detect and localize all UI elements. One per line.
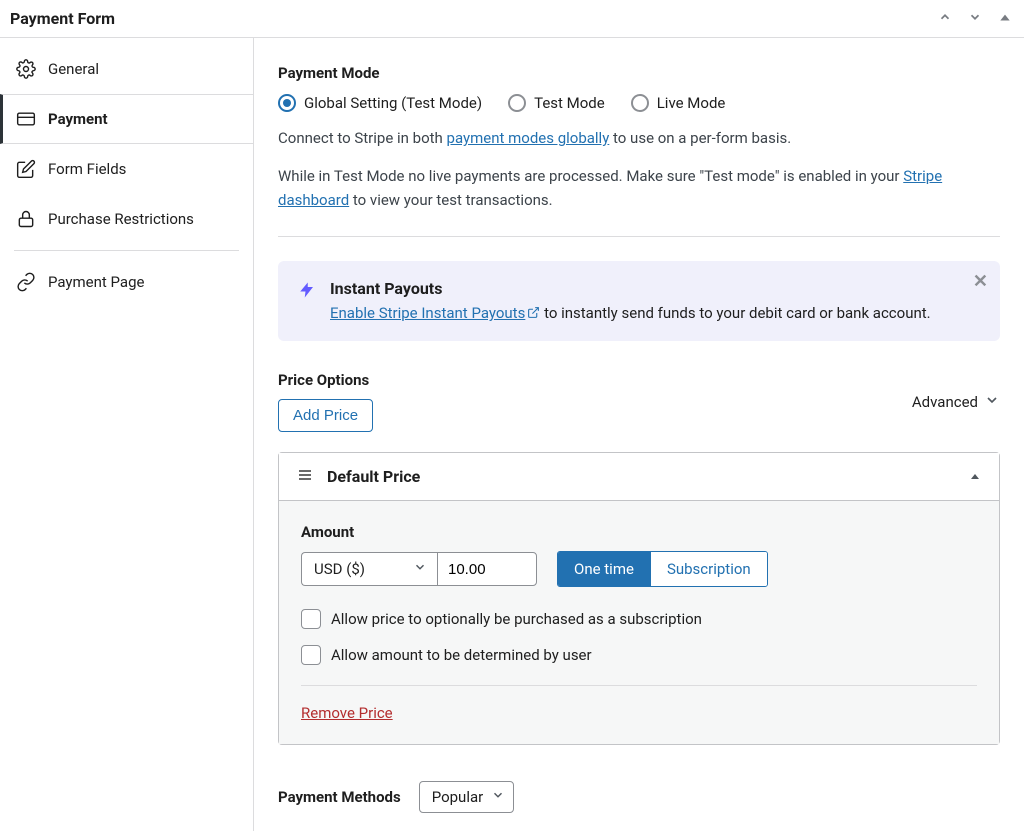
note-suffix: to view your test transactions. [349,191,552,209]
price-options-label: Price Options [278,371,373,389]
subscription-button[interactable]: Subscription [650,552,767,586]
one-time-button[interactable]: One time [558,552,650,586]
billing-type-toggle: One time Subscription [557,551,768,587]
radio-icon [508,94,526,112]
notice-suffix: to instantly send funds to your debit ca… [540,304,930,322]
payment-methods-label: Payment Methods [278,788,401,806]
chevron-down-icon [413,560,427,578]
radio-label: Live Mode [657,94,726,112]
sidebar-item-label: General [48,60,99,78]
payment-modes-link[interactable]: payment modes globally [447,129,610,147]
amount-input[interactable] [437,552,537,586]
note-prefix: While in Test Mode no live payments are … [278,167,903,185]
sidebar-item-label: Payment Page [48,273,144,291]
amount-label: Amount [301,523,977,541]
help-suffix: to use on a per-form basis. [609,129,791,147]
checkbox-icon [301,609,321,629]
allow-user-amount-checkbox-row[interactable]: Allow amount to be determined by user [301,645,977,665]
advanced-label: Advanced [912,393,978,411]
chevron-down-icon [491,788,505,806]
sidebar: General Payment Form Fields Purchase Res… [0,38,254,831]
sidebar-item-label: Purchase Restrictions [48,210,194,228]
radio-icon [278,94,296,112]
external-link-icon [527,305,540,323]
link-text: Enable Stripe Instant Payouts [330,304,525,322]
credit-card-icon [16,109,36,129]
gear-icon [16,59,36,79]
remove-price-link[interactable]: Remove Price [301,704,393,722]
notice-body: Instant Payouts Enable Stripe Instant Pa… [330,279,980,323]
payment-methods-value: Popular [432,788,484,806]
payment-methods-select[interactable]: Popular [419,781,515,813]
divider [301,685,977,686]
lightning-icon [298,281,318,323]
price-options-header: Price Options Add Price Advanced [278,371,1000,432]
panel-title: Payment Form [10,9,115,28]
radio-label: Global Setting (Test Mode) [304,94,482,112]
price-card-body: Amount USD ($) One time Subscrip [279,501,999,744]
collapse-icon[interactable] [969,468,981,486]
radio-icon [631,94,649,112]
radio-live-mode[interactable]: Live Mode [631,94,726,112]
content: Payment Mode Global Setting (Test Mode) … [254,38,1024,831]
price-card-title: Default Price [327,467,420,486]
price-options-left: Price Options Add Price [278,371,373,432]
panel-header: Payment Form [0,0,1024,38]
radio-test-mode[interactable]: Test Mode [508,94,605,112]
sidebar-item-payment-page[interactable]: Payment Page [0,257,253,307]
close-icon[interactable]: ✕ [973,271,988,292]
panel-header-actions [938,10,1012,28]
currency-value: USD ($) [314,560,365,578]
sidebar-item-general[interactable]: General [0,44,253,94]
instant-payouts-notice: ✕ Instant Payouts Enable Stripe Instant … [278,261,1000,341]
link-icon [16,272,36,292]
amount-row: USD ($) One time Subscription [301,551,977,587]
enable-instant-payouts-link[interactable]: Enable Stripe Instant Payouts [330,304,540,322]
price-card-header[interactable]: Default Price [279,453,999,501]
notice-text: Enable Stripe Instant Payouts to instant… [330,304,980,323]
edit-icon [16,159,36,179]
radio-label: Test Mode [534,94,605,112]
payment-mode-label: Payment Mode [278,64,1000,82]
price-card-header-left: Default Price [297,467,420,486]
drag-handle-icon[interactable] [297,467,313,486]
checkbox-icon [301,645,321,665]
notice-title: Instant Payouts [330,279,980,298]
collapse-panel-icon[interactable] [998,10,1012,28]
sidebar-item-payment[interactable]: Payment [0,94,253,144]
sidebar-item-label: Form Fields [48,160,126,178]
payment-mode-help: Connect to Stripe in both payment modes … [278,126,1000,150]
advanced-toggle[interactable]: Advanced [912,392,1000,412]
chevron-down-icon[interactable] [968,10,982,28]
sidebar-item-form-fields[interactable]: Form Fields [0,144,253,194]
currency-select[interactable]: USD ($) [301,552,437,586]
lock-icon [16,209,36,229]
layout: General Payment Form Fields Purchase Res… [0,38,1024,831]
default-price-card: Default Price Amount USD ($) [278,452,1000,745]
checkbox-label: Allow price to optionally be purchased a… [331,610,702,628]
checkbox-label: Allow amount to be determined by user [331,646,592,664]
radio-global-setting[interactable]: Global Setting (Test Mode) [278,94,482,112]
test-mode-note: While in Test Mode no live payments are … [278,164,1000,212]
currency-amount-group: USD ($) [301,552,537,586]
payment-methods-row: Payment Methods Popular [278,781,1000,813]
add-price-button[interactable]: Add Price [278,399,373,432]
allow-subscription-checkbox-row[interactable]: Allow price to optionally be purchased a… [301,609,977,629]
chevron-up-icon[interactable] [938,10,952,28]
divider [278,236,1000,237]
chevron-down-icon [984,392,1000,412]
payment-mode-radio-group: Global Setting (Test Mode) Test Mode Liv… [278,94,1000,112]
help-prefix: Connect to Stripe in both [278,129,447,147]
sidebar-item-label: Payment [48,110,108,128]
sidebar-divider [14,250,239,251]
sidebar-item-purchase-restrictions[interactable]: Purchase Restrictions [0,194,253,244]
